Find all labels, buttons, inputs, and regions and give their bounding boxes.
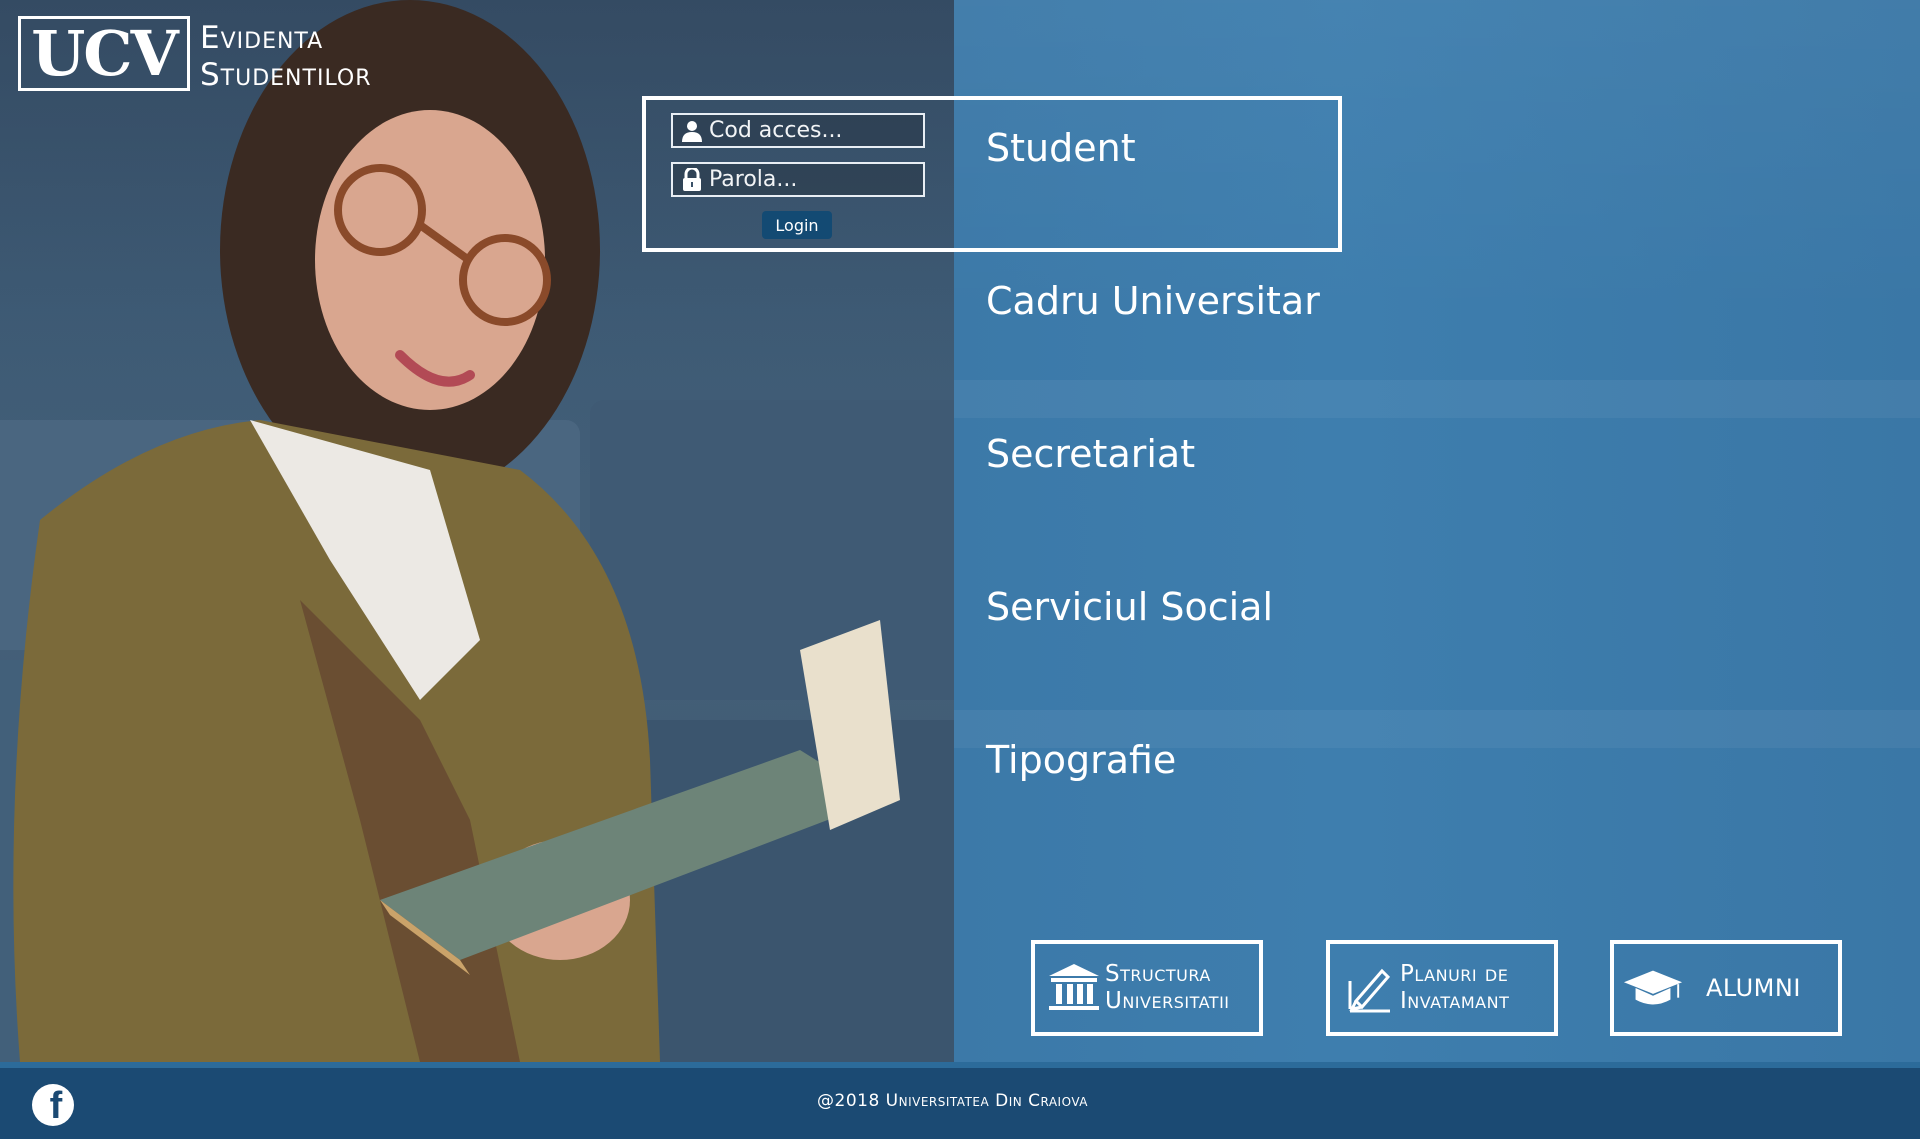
role-cadru-universitar[interactable]: Cadru Universitar: [986, 279, 1320, 323]
alumni-button[interactable]: ALUMNI: [1610, 940, 1842, 1036]
role-tipografie[interactable]: Tipografie: [986, 738, 1176, 782]
login-button[interactable]: Login: [762, 211, 832, 239]
role-serviciul-social[interactable]: Serviciul Social: [986, 585, 1273, 629]
copyright-text: @2018 Universitatea Din Craiova: [817, 1091, 1088, 1111]
site-title: Evidenta Studentilor: [200, 20, 372, 94]
logo-mark: UCV: [31, 16, 179, 90]
password-field[interactable]: [671, 162, 925, 197]
lock-icon: [677, 167, 707, 192]
structura-universitatii-button[interactable]: Structura Universitatii: [1031, 940, 1263, 1036]
ucv-logo[interactable]: UCV: [18, 16, 190, 91]
tile-label-line1: Structura: [1105, 961, 1211, 987]
planuri-de-invatamant-button[interactable]: Planuri de Invatamant: [1326, 940, 1558, 1036]
access-code-input[interactable]: [707, 118, 921, 143]
site-title-line1: Evidenta: [200, 20, 324, 56]
tile-label: Structura Universitatii: [1105, 961, 1230, 1015]
graduation-cap-icon: [1622, 968, 1684, 1008]
role-student[interactable]: Student: [986, 126, 1136, 170]
university-building-icon: [1043, 962, 1105, 1014]
wall-band: [954, 380, 1920, 418]
password-input[interactable]: [707, 167, 921, 192]
tile-label-line2: Invatamant: [1400, 988, 1510, 1014]
tile-label: Planuri de Invatamant: [1400, 961, 1509, 1015]
access-code-field[interactable]: [671, 113, 925, 148]
tile-label: ALUMNI: [1706, 973, 1801, 1002]
tile-label-line1: Planuri de: [1400, 961, 1509, 987]
tile-label-line2: Universitatii: [1105, 988, 1230, 1014]
tile-label-line1: ALUMNI: [1706, 973, 1801, 1002]
user-icon: [677, 120, 707, 142]
role-secretariat[interactable]: Secretariat: [986, 432, 1195, 476]
pencil-edit-icon: [1338, 963, 1400, 1013]
site-title-line2: Studentilor: [200, 57, 372, 93]
